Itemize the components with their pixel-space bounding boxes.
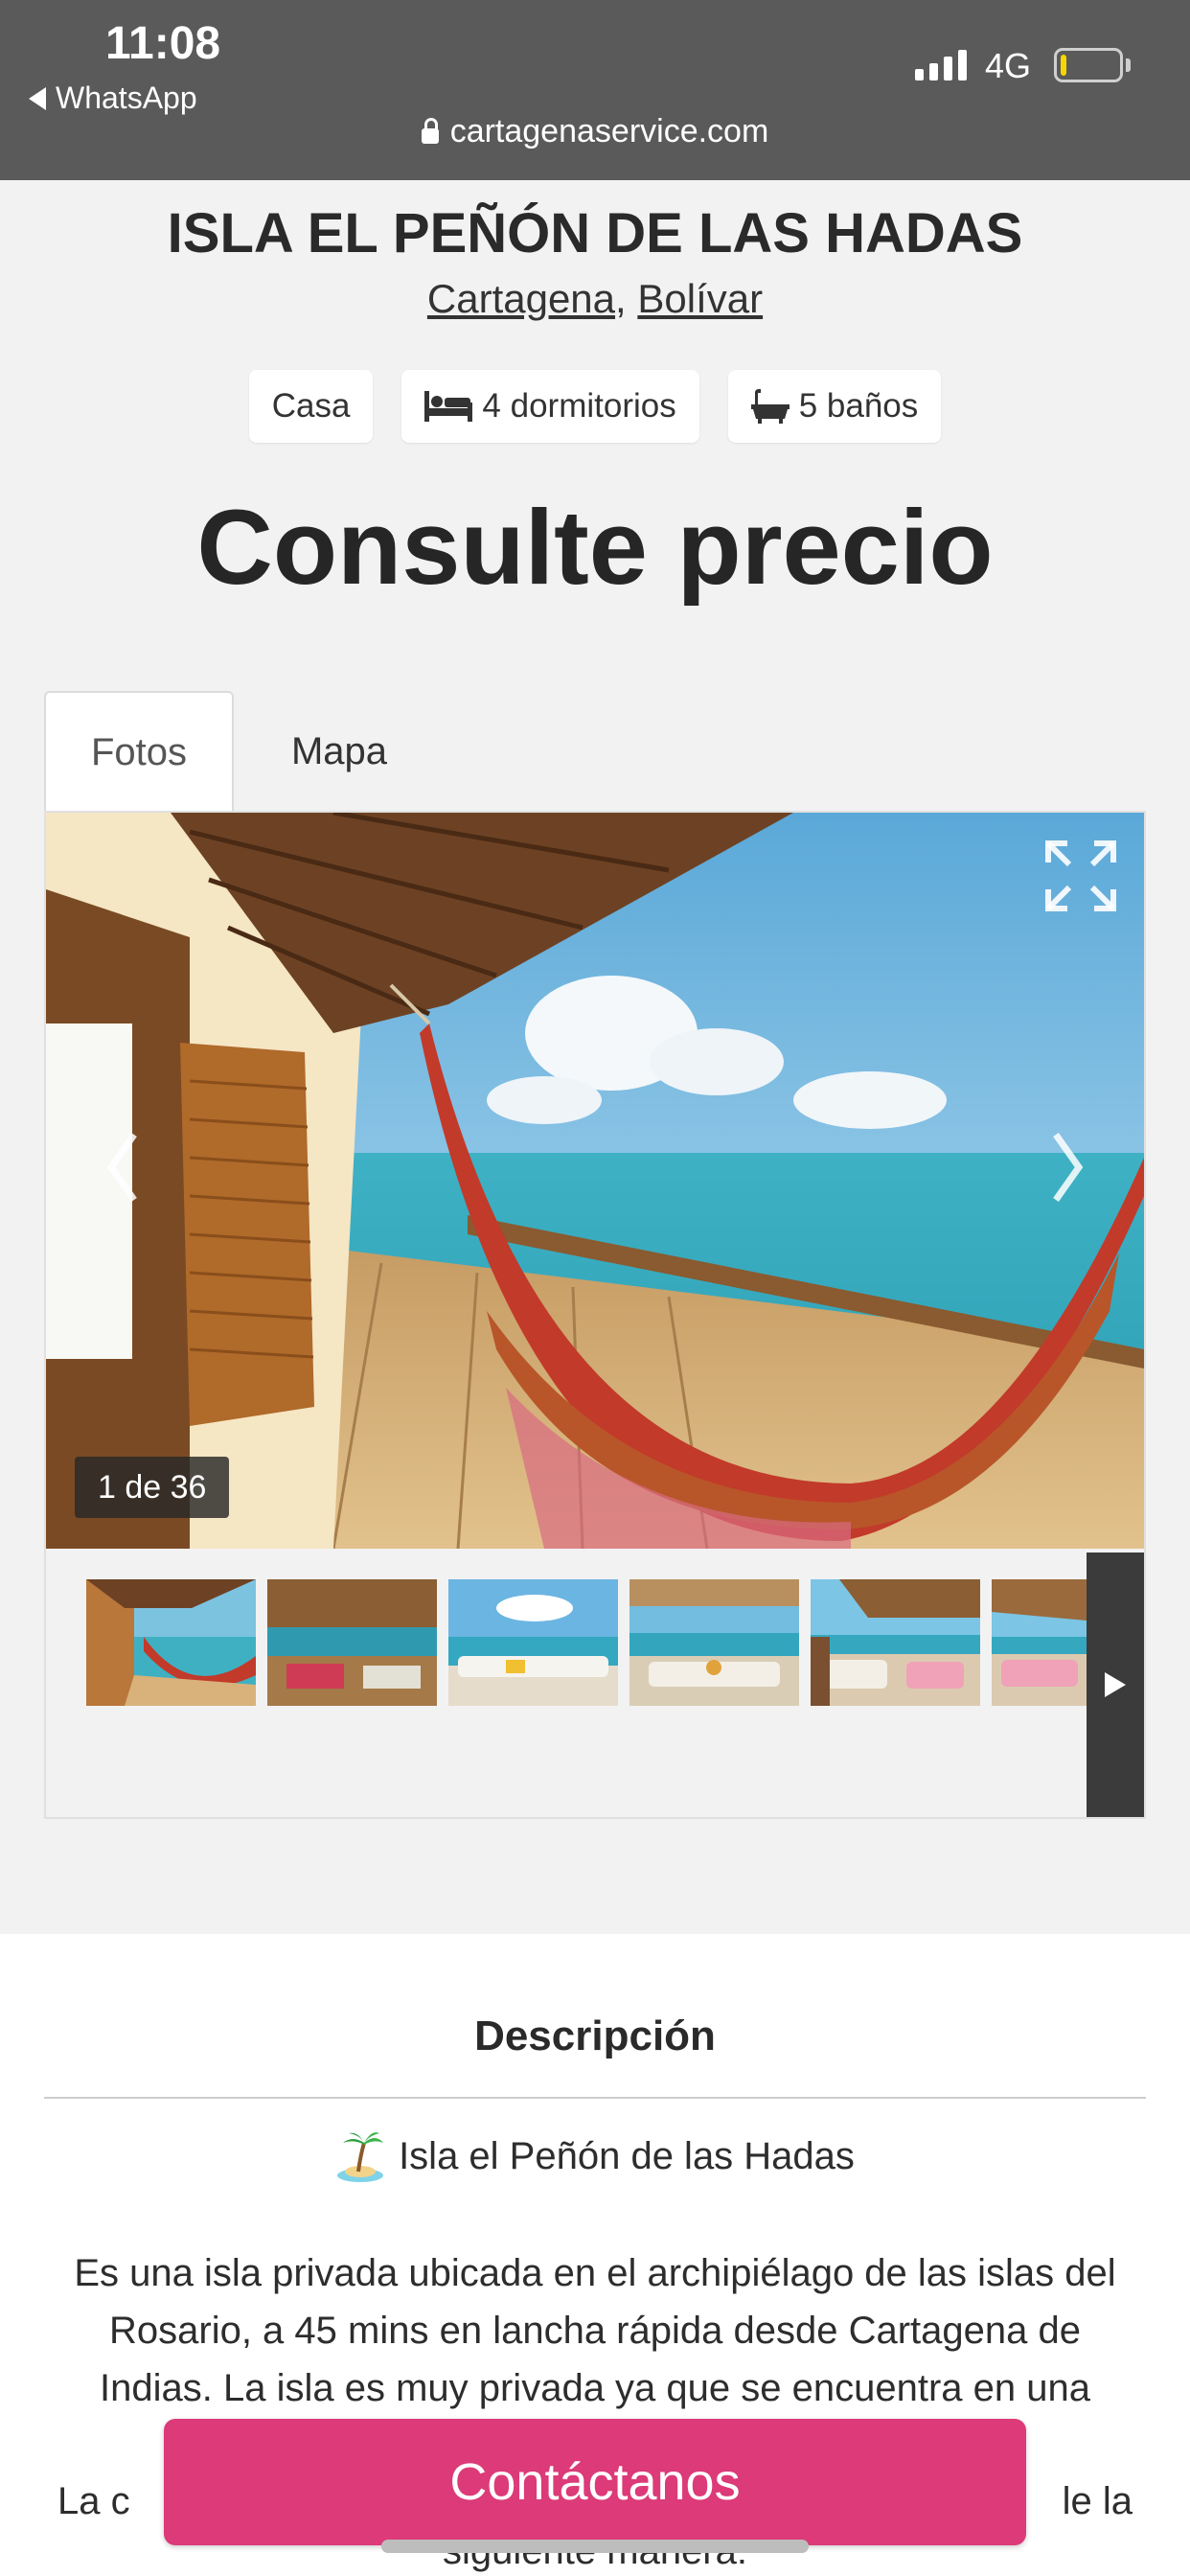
thumbnail-1[interactable] [86, 1579, 256, 1706]
main-photo[interactable]: 1 de 36 [46, 813, 1144, 1549]
thumbnail-6[interactable] [992, 1579, 1097, 1706]
lock-icon [421, 117, 439, 144]
location-separator: , [615, 276, 627, 321]
listing-title: ISLA EL PEÑÓN DE LAS HADAS [167, 202, 1023, 264]
desert-island-icon [337, 2132, 384, 2182]
photo-gallery: 1 de 36 [44, 811, 1146, 1819]
thumbnail-2[interactable] [267, 1579, 437, 1706]
region-link[interactable]: Bolívar [637, 276, 763, 321]
signal-icon [915, 48, 967, 80]
bathrooms-label: 5 baños [798, 387, 919, 425]
thumbnail-strip [86, 1579, 1097, 1706]
bathtub-icon [750, 389, 790, 424]
description-subtitle-text: Isla el Peñón de las Hadas [399, 2134, 855, 2177]
tab-map[interactable]: Mapa [234, 691, 445, 812]
type-label: Casa [271, 387, 351, 425]
expand-icon[interactable] [1044, 840, 1117, 912]
bed-icon [424, 391, 473, 422]
tab-photos[interactable]: Fotos [44, 691, 234, 812]
divider [44, 2097, 1146, 2099]
listing-location: Cartagena, Bolívar [0, 276, 1190, 322]
battery-tip [1126, 58, 1131, 72]
feature-chips: Casa 4 dormitorios 5 baños [0, 370, 1190, 443]
photo-counter: 1 de 36 [75, 1457, 230, 1518]
price-text: Consulte precio [196, 489, 994, 607]
listing-header-section: ISLA EL PEÑÓN DE LAS HADAS Cartagena, Bo… [0, 180, 1190, 1934]
thumbnail-3[interactable] [448, 1579, 618, 1706]
city-link[interactable]: Cartagena [427, 276, 615, 321]
partial-text-right: le la [1062, 2480, 1133, 2522]
battery-icon [1054, 48, 1123, 82]
play-right-icon [1105, 1672, 1126, 1697]
thumbnail-5[interactable] [811, 1579, 980, 1706]
chevron-left-icon[interactable] [103, 1129, 142, 1206]
partial-text-left: La c [57, 2480, 130, 2522]
description-subtitle: Isla el Peñón de las Hadas [0, 2129, 1190, 2183]
address-bar[interactable]: cartagenaservice.com [0, 113, 1190, 150]
bedrooms-label: 4 dormitorios [482, 387, 676, 425]
home-indicator[interactable] [381, 2540, 809, 2553]
back-to-app-button[interactable]: WhatsApp [29, 80, 197, 116]
back-app-label: WhatsApp [56, 80, 197, 115]
media-tabs: Fotos Mapa [44, 691, 445, 812]
thumbnail-4[interactable] [629, 1579, 799, 1706]
chevron-right-icon[interactable] [1048, 1129, 1087, 1206]
description-paragraph: Es una isla privada ubicada en el archip… [74, 2252, 1116, 2409]
bathrooms-chip: 5 baños [727, 370, 942, 443]
status-bar: 11:08 WhatsApp 4G cartagenaservice.com [0, 0, 1190, 180]
network-type: 4G [985, 46, 1032, 85]
clock: 11:08 [105, 18, 221, 69]
bedrooms-chip: 4 dormitorios [401, 370, 699, 443]
description-heading: Descripción [474, 2012, 716, 2059]
contact-button[interactable]: Contáctanos [164, 2419, 1026, 2545]
type-chip: Casa [248, 370, 374, 443]
back-arrow-icon [29, 86, 46, 110]
url-text: cartagenaservice.com [449, 113, 769, 150]
hammock-deck-photo [46, 813, 1144, 1549]
thumbnails-next-button[interactable] [1087, 1552, 1144, 1817]
